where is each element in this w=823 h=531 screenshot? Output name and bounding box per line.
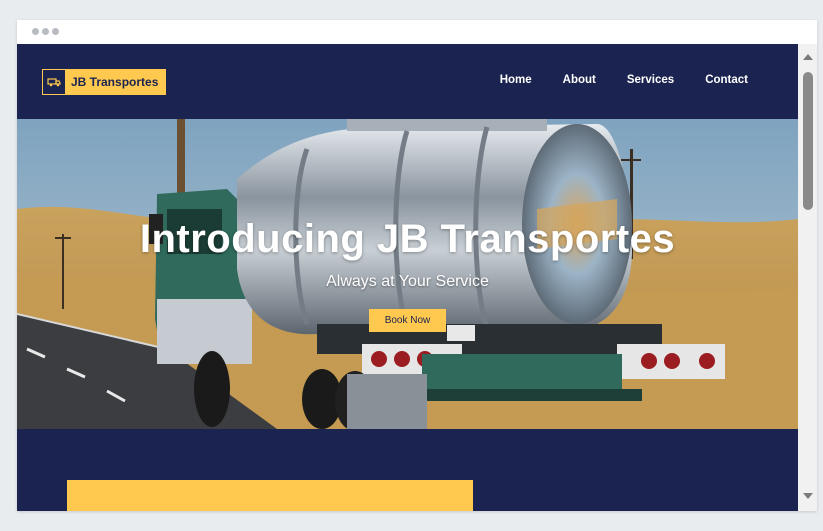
window-control-dot[interactable] — [52, 28, 59, 35]
scrollbar-thumb[interactable] — [803, 72, 813, 210]
yellow-content-block — [67, 480, 473, 511]
browser-titlebar — [17, 20, 817, 44]
browser-window: JB Transportes Home About Services Conta… — [17, 20, 817, 511]
nav-link-services[interactable]: Services — [627, 74, 674, 86]
nav-link-about[interactable]: About — [563, 74, 596, 86]
main-nav: Home About Services Contact — [500, 74, 748, 86]
scroll-up-icon[interactable] — [803, 54, 813, 60]
page-viewport: JB Transportes Home About Services Conta… — [17, 44, 798, 511]
nav-link-home[interactable]: Home — [500, 74, 532, 86]
truck-icon — [43, 70, 65, 94]
hero-section: Introducing JB Transportes Always at You… — [17, 119, 798, 429]
book-now-button[interactable]: Book Now — [369, 309, 446, 332]
vertical-scrollbar[interactable] — [798, 44, 817, 511]
window-control-dot[interactable] — [32, 28, 39, 35]
window-control-dot[interactable] — [42, 28, 49, 35]
nav-link-contact[interactable]: Contact — [705, 74, 748, 86]
hero-subtitle: Always at Your Service — [326, 273, 489, 290]
hero-title: Introducing JB Transportes — [139, 217, 676, 261]
site-header: JB Transportes Home About Services Conta… — [17, 44, 798, 119]
scroll-down-icon[interactable] — [803, 493, 813, 499]
brand-name: JB Transportes — [71, 75, 159, 89]
site-logo[interactable]: JB Transportes — [42, 69, 167, 95]
